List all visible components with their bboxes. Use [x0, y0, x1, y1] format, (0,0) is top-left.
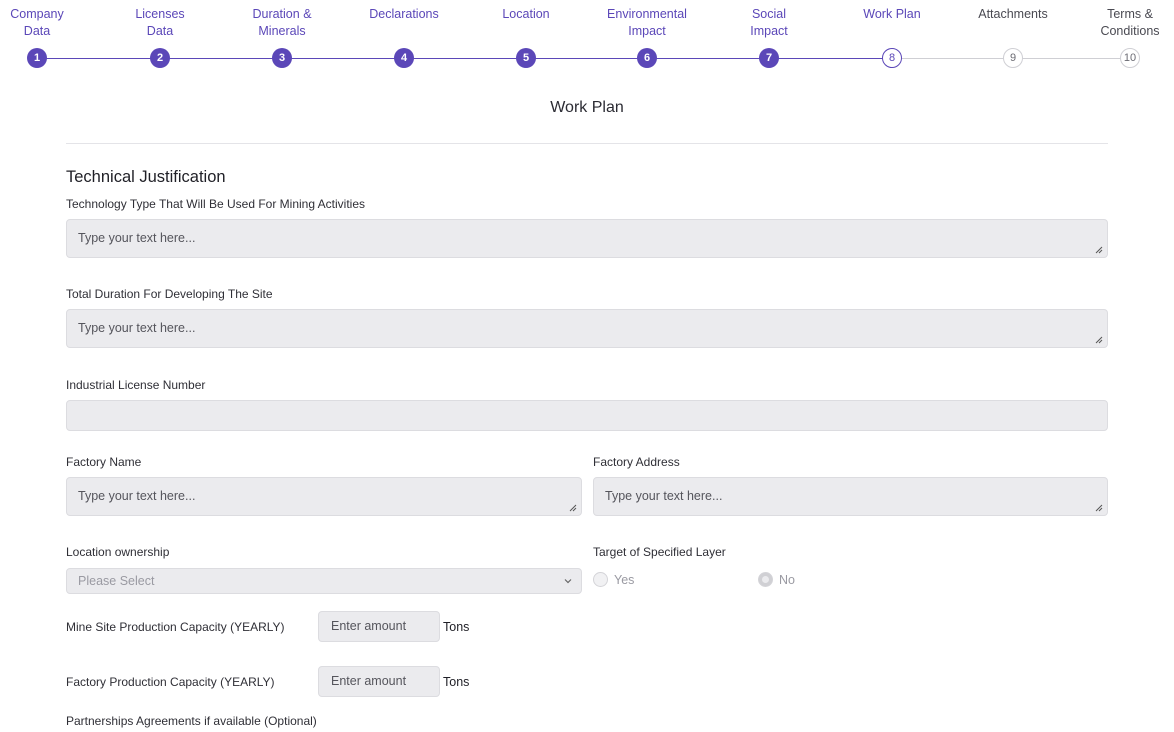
- step-declarations[interactable]: Declarations 4: [359, 6, 449, 68]
- industrial-license-input[interactable]: [66, 400, 1108, 431]
- total-duration-label: Total Duration For Developing The Site: [66, 287, 273, 301]
- divider: [66, 143, 1108, 144]
- step-label: Company Data: [10, 7, 64, 38]
- resize-handle-icon[interactable]: [569, 504, 577, 512]
- step-terms-conditions[interactable]: Terms & Conditions 10: [1085, 6, 1174, 68]
- step-company-data[interactable]: Company Data 1: [0, 6, 82, 68]
- step-number: 2: [150, 48, 170, 68]
- step-label: Licenses Data: [135, 7, 185, 38]
- step-number: 8: [882, 48, 902, 68]
- step-label: Environmental Impact: [607, 7, 687, 38]
- step-licenses-data[interactable]: Licenses Data 2: [115, 6, 205, 68]
- technology-type-label: Technology Type That Will Be Used For Mi…: [66, 197, 366, 211]
- step-label: Social Impact: [750, 7, 788, 38]
- factory-name-textarea[interactable]: Type your text here...: [66, 477, 582, 516]
- step-environmental-impact[interactable]: Environmental Impact 6: [602, 6, 692, 68]
- chevron-down-icon: [564, 579, 572, 584]
- mine-capacity-unit: Tons: [443, 620, 470, 634]
- location-ownership-select[interactable]: Please Select: [66, 568, 582, 594]
- step-location[interactable]: Location 5: [481, 6, 571, 68]
- step-work-plan[interactable]: Work Plan 8: [847, 6, 937, 68]
- factory-capacity-input[interactable]: Enter amount: [318, 666, 440, 697]
- total-duration-textarea[interactable]: Type your text here...: [66, 309, 1108, 348]
- factory-name-label: Factory Name: [66, 455, 142, 469]
- wizard-stepper: Company Data 1 Licenses Data 2 Duration …: [0, 0, 1174, 76]
- step-label: Attachments: [978, 7, 1048, 21]
- step-social-impact[interactable]: Social Impact 7: [724, 6, 814, 68]
- step-number: 6: [637, 48, 657, 68]
- step-number: 4: [394, 48, 414, 68]
- step-label: Work Plan: [863, 7, 921, 21]
- technology-type-placeholder: Type your text here...: [78, 231, 196, 245]
- factory-capacity-label: Factory Production Capacity (YEARLY): [66, 675, 275, 689]
- resize-handle-icon[interactable]: [1095, 504, 1103, 512]
- step-label: Terms & Conditions: [1100, 7, 1160, 38]
- section-title: Technical Justification: [66, 168, 226, 186]
- resize-handle-icon[interactable]: [1095, 246, 1103, 254]
- target-layer-no-radio[interactable]: No: [758, 572, 795, 587]
- radio-label-yes: Yes: [614, 572, 635, 587]
- step-number: 10: [1120, 48, 1140, 68]
- resize-handle-icon[interactable]: [1095, 336, 1103, 344]
- page-title: Work Plan: [550, 99, 624, 116]
- partnerships-label: Partnerships Agreements if available (Op…: [66, 714, 317, 728]
- location-ownership-label: Location ownership: [66, 545, 170, 559]
- step-label: Duration & Minerals: [252, 7, 312, 38]
- factory-capacity-placeholder: Enter amount: [331, 674, 407, 688]
- factory-name-placeholder: Type your text here...: [78, 489, 196, 503]
- factory-address-label: Factory Address: [593, 455, 680, 469]
- radio-circle: [593, 572, 608, 587]
- mine-capacity-input[interactable]: Enter amount: [318, 611, 440, 642]
- step-number: 9: [1003, 48, 1023, 68]
- mine-capacity-placeholder: Enter amount: [331, 619, 407, 633]
- step-number: 3: [272, 48, 292, 68]
- radio-circle-checked: [758, 572, 773, 587]
- location-ownership-selected: Please Select: [78, 574, 155, 588]
- factory-address-textarea[interactable]: Type your text here...: [593, 477, 1108, 516]
- technology-type-textarea[interactable]: Type your text here...: [66, 219, 1108, 258]
- step-label: Declarations: [369, 7, 439, 21]
- factory-address-placeholder: Type your text here...: [605, 489, 723, 503]
- mine-capacity-label: Mine Site Production Capacity (YEARLY): [66, 620, 285, 634]
- target-layer-label: Target of Specified Layer: [593, 545, 726, 559]
- step-number: 7: [759, 48, 779, 68]
- radio-label-no: No: [779, 572, 795, 587]
- total-duration-placeholder: Type your text here...: [78, 321, 196, 335]
- step-duration-minerals[interactable]: Duration & Minerals 3: [237, 6, 327, 68]
- step-attachments[interactable]: Attachments 9: [968, 6, 1058, 68]
- step-label: Location: [502, 7, 550, 21]
- step-number: 5: [516, 48, 536, 68]
- industrial-license-label: Industrial License Number: [66, 378, 206, 392]
- target-layer-yes-radio[interactable]: Yes: [593, 572, 634, 587]
- factory-capacity-unit: Tons: [443, 675, 470, 689]
- step-number: 1: [27, 48, 47, 68]
